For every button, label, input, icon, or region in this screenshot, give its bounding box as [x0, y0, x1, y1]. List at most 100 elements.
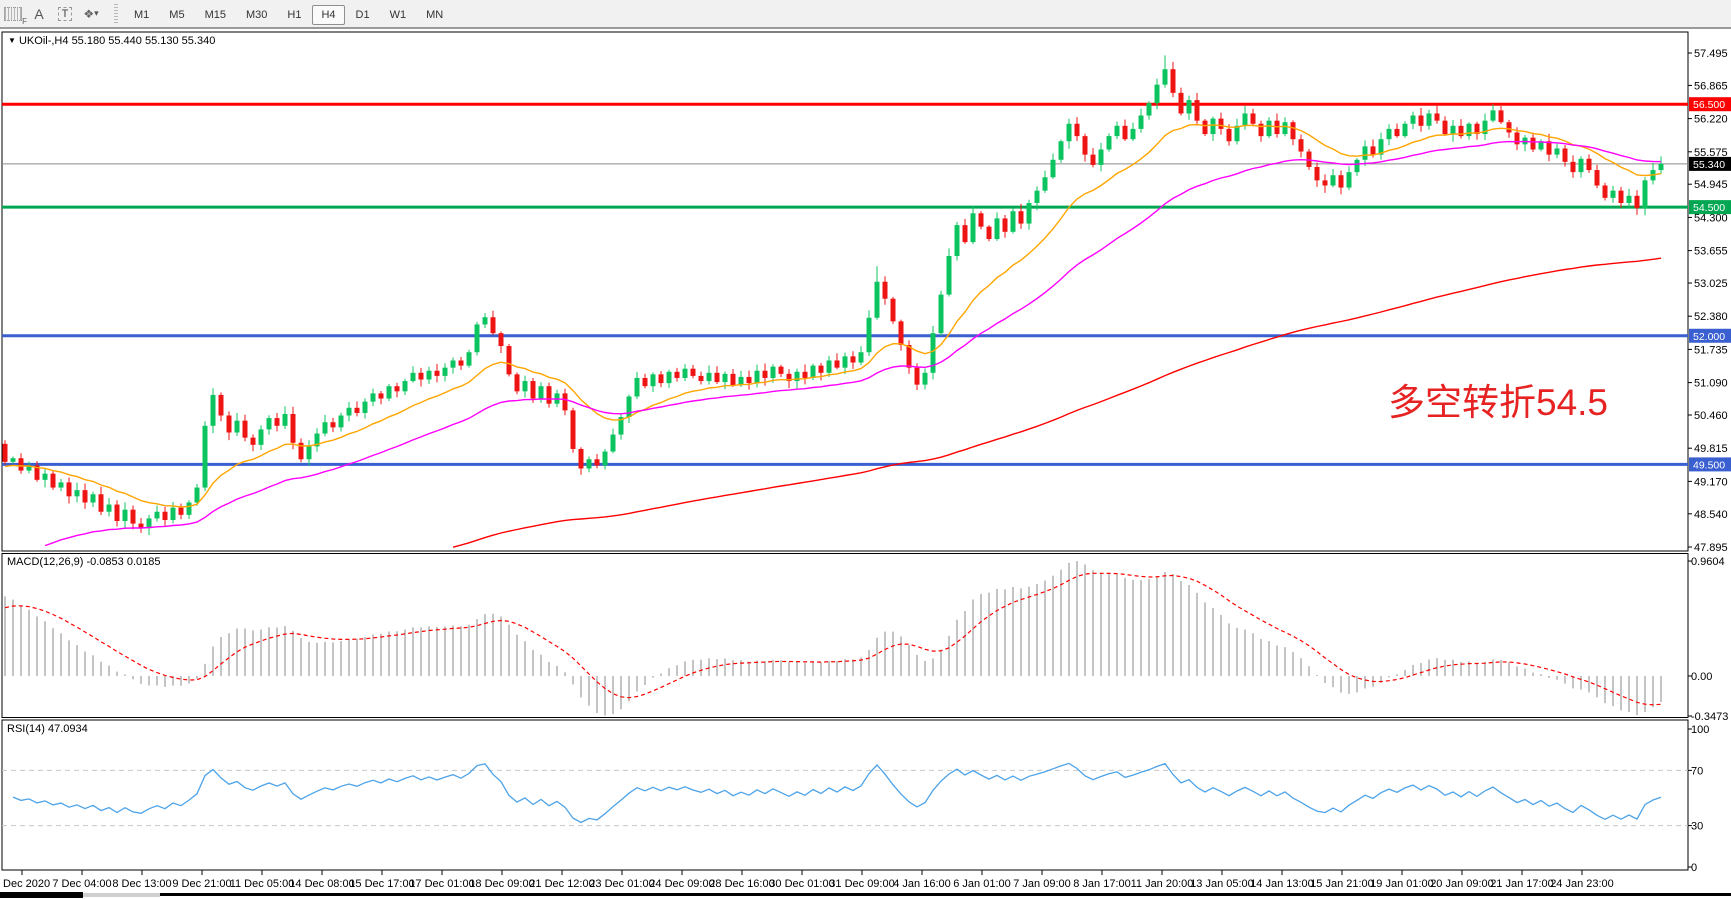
macd-histogram-bar: [164, 676, 166, 687]
macd-histogram-bar: [1588, 676, 1590, 692]
candle-body: [1587, 159, 1592, 170]
bottom-bar-left: [0, 892, 83, 898]
macd-histogram-bar: [1220, 615, 1222, 676]
macd-histogram-bar: [532, 650, 534, 676]
macd-histogram-bar: [428, 626, 430, 676]
candle-body: [1059, 141, 1064, 160]
candle-body: [467, 352, 472, 365]
tf-button-mn[interactable]: MN: [417, 5, 452, 25]
macd-histogram-bar: [1484, 662, 1486, 676]
candle-body: [899, 321, 904, 345]
time-axis-label: 15 Jan 21:00: [1310, 878, 1374, 890]
macd-histogram-bar: [1348, 676, 1350, 694]
macd-pane[interactable]: [2, 554, 1688, 718]
time-axis-label: 7 Jan 09:00: [1013, 878, 1071, 890]
arrow-objects-tool-icon[interactable]: ❖ ▾: [80, 4, 102, 24]
candle-body: [115, 505, 120, 521]
time-axis-label: 23 Dec 01:00: [589, 878, 654, 890]
price-axis-label: 56.865: [1694, 80, 1728, 92]
candle-body: [347, 408, 352, 416]
tf-button-h1[interactable]: H1: [278, 5, 310, 25]
candle-body: [891, 299, 896, 322]
candle-body: [1003, 218, 1008, 231]
price-axis-label: 50.460: [1694, 410, 1728, 422]
macd-histogram-bar: [436, 627, 438, 676]
macd-histogram-bar: [772, 660, 774, 676]
tf-button-m1[interactable]: M1: [125, 5, 158, 25]
macd-histogram-bar: [340, 641, 342, 676]
macd-histogram-bar: [132, 676, 134, 679]
main-pane[interactable]: [2, 32, 1688, 551]
macd-histogram-bar: [1444, 660, 1446, 676]
candle-body: [363, 402, 368, 413]
candle-body: [483, 317, 488, 324]
macd-histogram-bar: [988, 593, 990, 676]
price-axis-label: 54.945: [1694, 179, 1728, 191]
macd-histogram-bar: [1548, 676, 1550, 678]
macd-histogram-bar: [460, 626, 462, 676]
tf-button-d1[interactable]: D1: [347, 5, 379, 25]
candle-body: [667, 372, 672, 383]
candle-body: [523, 381, 528, 391]
macd-histogram-bar: [1052, 576, 1054, 676]
rsi-pane[interactable]: [2, 720, 1688, 870]
candle-body: [1219, 119, 1224, 129]
candle-body: [1443, 121, 1448, 134]
drag-handle-grid-icon[interactable]: F: [2, 4, 24, 24]
candle-body: [603, 452, 608, 466]
text-label-tool-icon[interactable]: A: [28, 4, 50, 24]
tf-button-m5[interactable]: M5: [160, 5, 193, 25]
macd-histogram-bar: [1116, 574, 1118, 676]
macd-histogram-bar: [1188, 585, 1190, 676]
tf-button-m15[interactable]: M15: [196, 5, 235, 25]
macd-axis-label: 0.9604: [1691, 556, 1725, 568]
macd-histogram-bar: [1100, 573, 1102, 676]
macd-histogram-bar: [620, 676, 622, 709]
macd-histogram-bar: [1516, 666, 1518, 676]
macd-histogram-bar: [1332, 676, 1334, 687]
macd-histogram-bar: [812, 662, 814, 676]
macd-histogram-bar: [1620, 676, 1622, 710]
time-axis-label: 11 Dec 05:00: [230, 878, 295, 890]
macd-histogram-bar: [268, 627, 270, 676]
macd-histogram-bar: [660, 674, 662, 676]
candle-body: [1195, 100, 1200, 121]
price-axis-label: 48.540: [1694, 509, 1728, 521]
candle-body: [491, 317, 496, 333]
macd-histogram-bar: [1316, 675, 1318, 676]
macd-histogram-bar: [844, 659, 846, 676]
macd-histogram-bar: [1268, 641, 1270, 676]
bottom-scrollbar-thumb[interactable]: [83, 893, 160, 897]
candle-body: [1147, 103, 1152, 115]
macd-histogram-bar: [956, 620, 958, 676]
tf-button-h4[interactable]: H4: [312, 5, 344, 25]
candle-body: [219, 395, 224, 416]
candle-body: [811, 366, 816, 378]
candle-body: [779, 367, 784, 374]
grid-icon: F: [4, 7, 22, 21]
macd-histogram-bar: [900, 636, 902, 676]
macd-histogram-bar: [604, 676, 606, 716]
candle-body: [1187, 100, 1192, 113]
candle-body: [1339, 175, 1344, 187]
candle-body: [1067, 124, 1072, 141]
macd-histogram-bar: [1236, 628, 1238, 676]
macd-histogram-bar: [588, 676, 590, 706]
tf-button-m30[interactable]: M30: [237, 5, 276, 25]
candle-body: [571, 410, 576, 449]
candle-body: [387, 386, 392, 398]
candle-body: [931, 333, 936, 373]
macd-histogram-bar: [76, 645, 78, 676]
macd-histogram-bar: [1084, 564, 1086, 676]
candle-body: [43, 474, 48, 480]
chart-canvas[interactable]: 57.49556.86556.22055.57554.94554.30053.6…: [0, 0, 1731, 899]
candle-body: [379, 393, 384, 398]
text-box-tool-icon[interactable]: T: [54, 4, 76, 24]
collapse-triangle-icon[interactable]: ▼: [8, 36, 16, 45]
candle-body: [427, 371, 432, 380]
candle-body: [819, 366, 824, 373]
macd-histogram-bar: [1124, 578, 1126, 676]
macd-histogram-bar: [596, 676, 598, 713]
tf-button-w1[interactable]: W1: [381, 5, 416, 25]
candle-body: [475, 324, 480, 352]
